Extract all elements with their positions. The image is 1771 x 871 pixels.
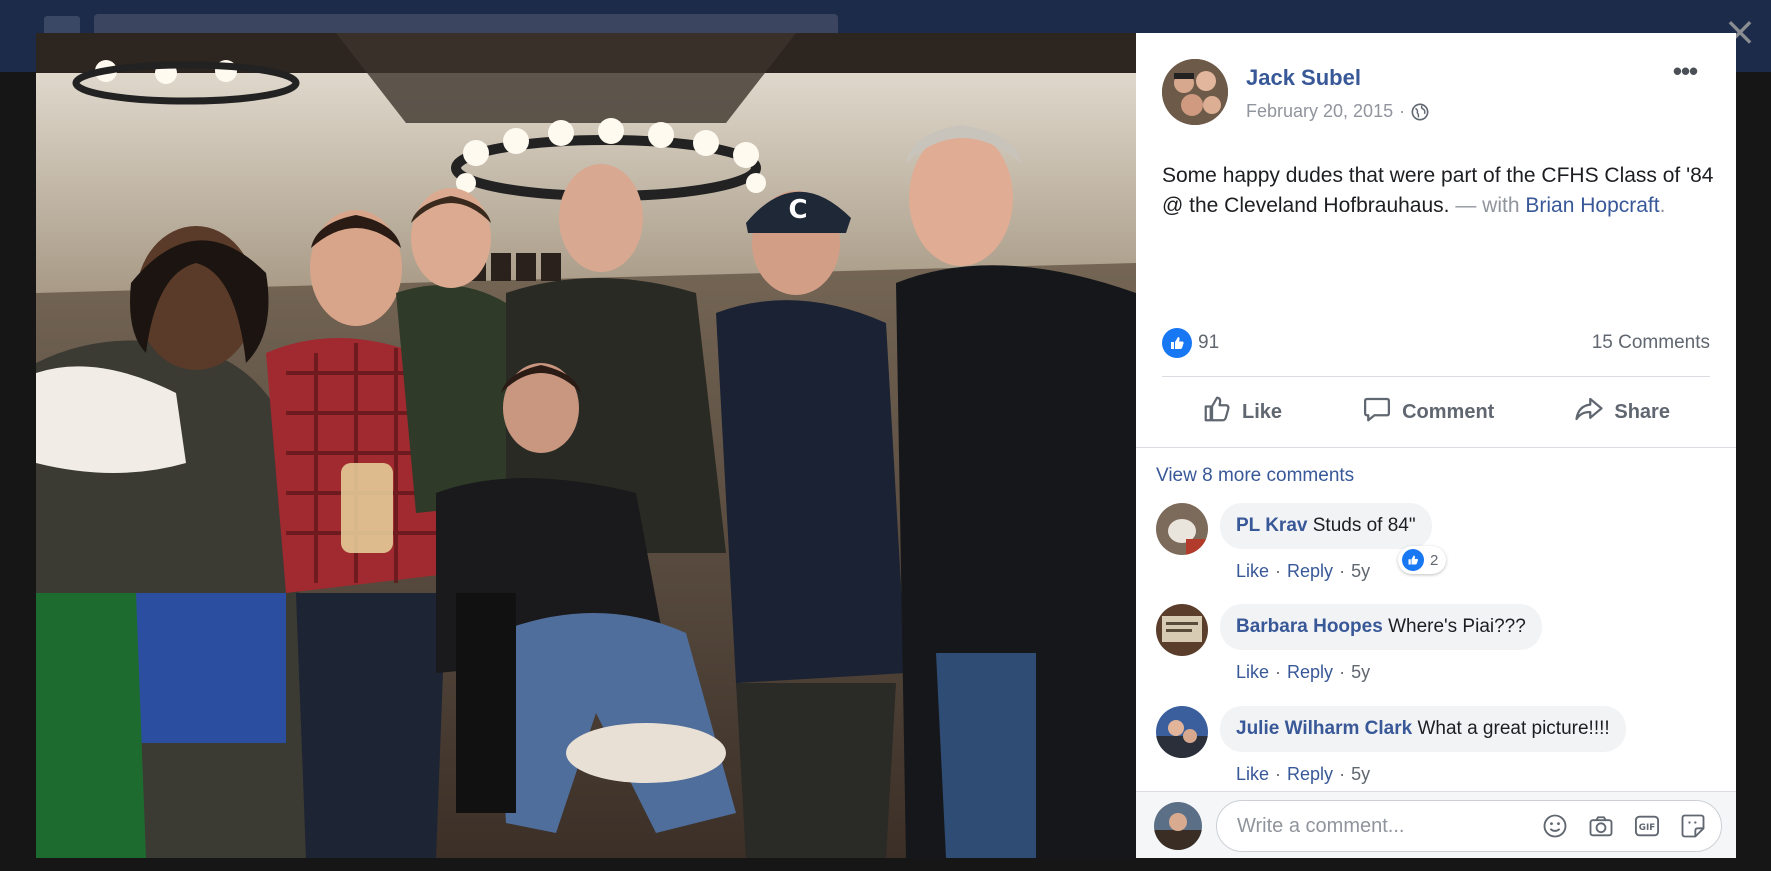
share-arrow-icon [1574, 394, 1604, 430]
author-name[interactable]: Jack Subel [1246, 65, 1361, 91]
comment-composer: GIF [1136, 791, 1736, 858]
commenter-avatar[interactable] [1156, 706, 1208, 758]
comment-like-link[interactable]: Like [1236, 561, 1269, 582]
separator: · [1339, 662, 1346, 682]
like-reaction-icon [1162, 328, 1192, 358]
comment-input[interactable] [1237, 814, 1527, 838]
comment-meta: Like · Reply · 5y [1236, 561, 1370, 582]
separator: · [1275, 561, 1282, 581]
post-photo[interactable]: C [36, 33, 1136, 858]
separator: · [1339, 561, 1346, 581]
sticker-icon[interactable] [1679, 812, 1707, 840]
comment-reply-link[interactable]: Reply [1287, 662, 1333, 683]
comment-author[interactable]: Barbara Hoopes [1236, 616, 1383, 637]
current-user-avatar [1154, 802, 1202, 850]
reaction-summary[interactable]: 91 [1162, 328, 1219, 358]
post-text: Some happy dudes that were part of the C… [1162, 161, 1722, 221]
post-header: Jack Subel February 20, 2015 · ••• [1162, 58, 1716, 129]
view-more-comments-link[interactable]: View 8 more comments [1156, 465, 1354, 487]
separator: · [1339, 764, 1346, 784]
tagged-person-link[interactable]: Brian Hopcraft [1525, 194, 1659, 217]
divider [1162, 376, 1710, 377]
comment-reaction-count: 2 [1430, 551, 1439, 569]
post-sidebar: Jack Subel February 20, 2015 · ••• Some … [1136, 33, 1736, 858]
comment-bubble: PL Krav Studs of 84" [1220, 503, 1432, 549]
tag-end: . [1659, 194, 1666, 217]
post-meta: February 20, 2015 · [1246, 101, 1429, 122]
reaction-count: 91 [1198, 332, 1220, 353]
comment-text: Where's Piai??? [1388, 616, 1526, 637]
like-label: Like [1242, 400, 1283, 423]
group-photo-illustration: C [36, 33, 1136, 858]
post-actions: Like Comment Share [1162, 383, 1710, 441]
comment-meta: Like · Reply · 5y [1236, 662, 1370, 683]
comment-item: Barbara Hoopes Where's Piai??? Like · Re… [1156, 604, 1716, 694]
comment-bubble: Barbara Hoopes Where's Piai??? [1220, 604, 1542, 650]
comment-time[interactable]: 5y [1351, 662, 1370, 683]
globe-icon[interactable] [1411, 103, 1429, 121]
thumbs-up-icon [1202, 394, 1232, 430]
smiley-icon[interactable] [1541, 812, 1569, 840]
comment-meta: Like · Reply · 5y [1236, 764, 1370, 785]
post-date[interactable]: February 20, 2015 [1246, 101, 1393, 122]
comment-bubble: Julie Wilharm Clark What a great picture… [1220, 706, 1626, 752]
share-button[interactable]: Share [1560, 386, 1684, 438]
composer-icons: GIF [1541, 812, 1707, 840]
separator: · [1275, 764, 1282, 784]
author-avatar[interactable] [1162, 59, 1228, 125]
comments-count[interactable]: 15 Comments [1592, 332, 1710, 354]
comment-reply-link[interactable]: Reply [1287, 764, 1333, 785]
gif-icon[interactable]: GIF [1633, 812, 1661, 840]
svg-text:GIF: GIF [1639, 823, 1655, 833]
commenter-avatar[interactable] [1156, 604, 1208, 656]
comment-input-box[interactable]: GIF [1216, 800, 1722, 852]
divider [1136, 447, 1736, 448]
comment-author[interactable]: Julie Wilharm Clark [1236, 718, 1412, 739]
comment-text: What a great picture!!!! [1417, 718, 1610, 739]
comment-time[interactable]: 5y [1351, 764, 1370, 785]
comment-reply-link[interactable]: Reply [1287, 561, 1333, 582]
reactions-row: 91 15 Comments [1162, 323, 1710, 363]
camera-icon[interactable] [1587, 812, 1615, 840]
separator: · [1275, 662, 1282, 682]
comment-author[interactable]: PL Krav [1236, 515, 1307, 536]
more-options-icon[interactable]: ••• [1668, 58, 1702, 89]
like-reaction-icon [1402, 549, 1424, 571]
comment-item: Julie Wilharm Clark What a great picture… [1156, 706, 1716, 791]
share-label: Share [1614, 400, 1670, 423]
comment-like-link[interactable]: Like [1236, 764, 1269, 785]
comment-reaction-badge[interactable]: 2 [1398, 546, 1447, 574]
meta-separator: · [1399, 101, 1406, 121]
comment-like-link[interactable]: Like [1236, 662, 1269, 683]
with-label: — with [1455, 194, 1520, 217]
comment-time[interactable]: 5y [1351, 561, 1370, 582]
comment-label: Comment [1402, 400, 1495, 423]
comment-button[interactable]: Comment [1348, 386, 1508, 438]
cap-letter: C [788, 195, 807, 225]
comment-item: PL Krav Studs of 84" Like · Reply · 5y 2 [1156, 503, 1716, 593]
like-button[interactable]: Like [1188, 386, 1296, 438]
speech-bubble-icon [1362, 394, 1392, 430]
comment-text: Studs of 84" [1312, 515, 1416, 536]
commenter-avatar[interactable] [1156, 503, 1208, 555]
